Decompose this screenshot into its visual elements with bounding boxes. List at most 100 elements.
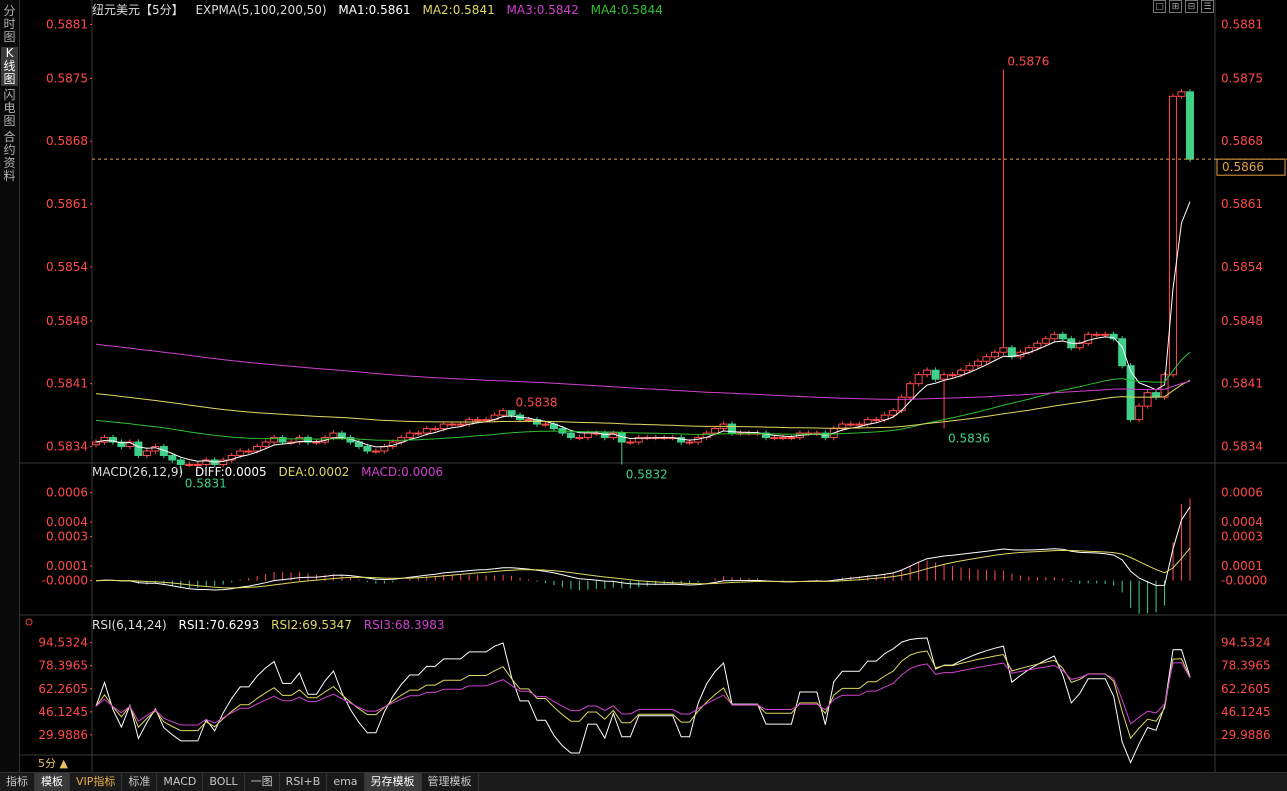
price-tick-right: 0.5875: [1221, 71, 1263, 85]
ma4-value: MA4:0.5844: [590, 3, 663, 17]
bottom-tab-standard[interactable]: 标准: [122, 773, 158, 791]
current-price-label: 0.5866: [1222, 160, 1264, 174]
layout-button[interactable]: ⊞: [1169, 0, 1182, 13]
candle-body: [940, 374, 949, 380]
candle-body: [456, 423, 465, 426]
candle-body: [1041, 338, 1050, 344]
bottom-tab-onechart[interactable]: 一图: [245, 773, 280, 791]
rsi-title: RSI(6,14,24): [92, 618, 167, 632]
bottom-tab-template[interactable]: 模板: [35, 773, 70, 791]
candle-body: [1186, 91, 1194, 160]
candle-body: [244, 450, 253, 453]
candle-body: [168, 455, 177, 461]
price-tick-left: 0.5881: [46, 17, 88, 31]
bottom-tab-save-template[interactable]: 另存模板: [364, 773, 422, 791]
macd-header: MACD(26,12,9) DIFF:0.0005 DEA:0.0002 MAC…: [92, 465, 451, 479]
split-button[interactable]: ⊟: [1185, 0, 1198, 13]
price-tick-right: 0.5854: [1221, 260, 1263, 274]
candle-body: [957, 369, 966, 376]
price-tick-right: 0.5848: [1221, 314, 1263, 328]
macd-tick-right: 0.0004: [1221, 515, 1263, 529]
ma1-value: MA1:0.5861: [338, 3, 411, 17]
candle-body: [1092, 333, 1101, 336]
candle-body: [973, 360, 982, 367]
macd-diff-line: [95, 506, 1191, 591]
macd-tick-right: 0.0001: [1221, 559, 1263, 573]
candle-body: [787, 437, 796, 440]
symbol-title: 纽元美元【5分】: [92, 3, 184, 17]
rsi-tick-left: 78.3965: [38, 659, 88, 673]
candle-body: [422, 428, 431, 434]
candle-body: [142, 450, 151, 457]
price-tick-right: 0.5834: [1221, 440, 1263, 454]
main-chart-header: 纽元美元【5分】 EXPMA(5,100,200,50) MA1:0.5861 …: [92, 1, 671, 18]
bottom-tab-bar: 指标 模板 VIP指标 标准 MACD BOLL 一图 RSI+B ema 另存…: [0, 772, 1287, 791]
candle-body: [770, 437, 779, 440]
bottom-tab-indicator[interactable]: 指标: [0, 773, 35, 791]
candle-body: [439, 423, 448, 430]
rsi1-line: [95, 637, 1191, 764]
candle-body: [906, 383, 915, 398]
macd-title: MACD(26,12,9): [92, 465, 184, 479]
rsi-tick-left: 62.2605: [38, 682, 88, 696]
candle-body: [524, 419, 533, 422]
rsi-tick-right: 94.5324: [1221, 636, 1271, 650]
candle-body: [965, 365, 974, 371]
candle-body: [1033, 342, 1042, 349]
bottom-tab-boll[interactable]: BOLL: [203, 773, 245, 791]
candle-body: [1177, 91, 1186, 97]
candle-body: [431, 428, 440, 431]
bottom-tab-macd[interactable]: MACD: [157, 773, 204, 791]
candle-body: [914, 374, 923, 385]
bottom-tab-rsib[interactable]: RSI+B: [280, 773, 328, 791]
candle-body: [405, 432, 414, 439]
indicator-name[interactable]: EXPMA(5,100,200,50): [195, 3, 326, 17]
candle-body: [711, 428, 720, 434]
candle-body: [931, 369, 940, 380]
price-tick-right: 0.5868: [1221, 134, 1263, 148]
bottom-tab-manage-template[interactable]: 管理模板: [422, 773, 479, 791]
candle-body: [626, 441, 635, 444]
candle-body: [363, 446, 372, 452]
bottom-tab-vip[interactable]: VIP指标: [70, 773, 123, 791]
bottom-tab-ema[interactable]: ema: [327, 773, 365, 791]
ma1-line: [95, 201, 1191, 463]
candle-body: [855, 423, 864, 426]
macd-tick-right: 0.0006: [1221, 486, 1263, 500]
macd-tick-left: 0.0003: [46, 530, 88, 544]
macd-tick-left: 0.0004: [46, 515, 88, 529]
period-label: 5分: [38, 757, 56, 770]
rsi-tick-right: 78.3965: [1221, 659, 1271, 673]
restore-button[interactable]: □: [1153, 0, 1166, 13]
candle-body: [575, 437, 584, 440]
price-tick-left: 0.5868: [46, 134, 88, 148]
rsi3-value: RSI3:68.3983: [363, 618, 445, 632]
rsi-header: RSI(6,14,24) RSI1:70.6293 RSI2:69.5347 R…: [92, 618, 453, 632]
rsi-tick-right: 29.9886: [1221, 728, 1271, 742]
price-tick-left: 0.5854: [46, 260, 88, 274]
candle-body: [872, 419, 881, 422]
candle-body: [92, 441, 100, 446]
candle-body: [685, 441, 694, 444]
period-selector[interactable]: 5分 ▲: [20, 756, 98, 771]
chart-canvas[interactable]: 0.5881 0.5881 0.5875 0.5875 0.5868 0.5868 0.58…: [0, 0, 1287, 772]
price-tick-right: 0.5881: [1221, 17, 1263, 31]
candle-body: [236, 450, 245, 457]
rsi-tick-left: 94.5324: [38, 636, 88, 650]
menu-button[interactable]: ☰: [1201, 0, 1214, 13]
candle-body: [473, 419, 482, 422]
candle-body: [329, 432, 338, 439]
rsi-tick-right: 46.1245: [1221, 705, 1271, 719]
candle-body: [499, 410, 508, 416]
macd-tick-left: 0.0006: [46, 486, 88, 500]
candle-body: [448, 423, 457, 426]
macd-tick-left: 0.0001: [46, 559, 88, 573]
price-high-label: 0.5876: [1007, 54, 1049, 68]
ma4-line: [95, 351, 1191, 441]
price-tick-left: 0.5841: [46, 377, 88, 391]
candle-body: [863, 419, 872, 425]
candle-body: [990, 351, 999, 358]
macd-dea: DEA:0.0002: [278, 465, 350, 479]
rsi-tick-right: 62.2605: [1221, 682, 1271, 696]
candle-body: [337, 432, 346, 439]
